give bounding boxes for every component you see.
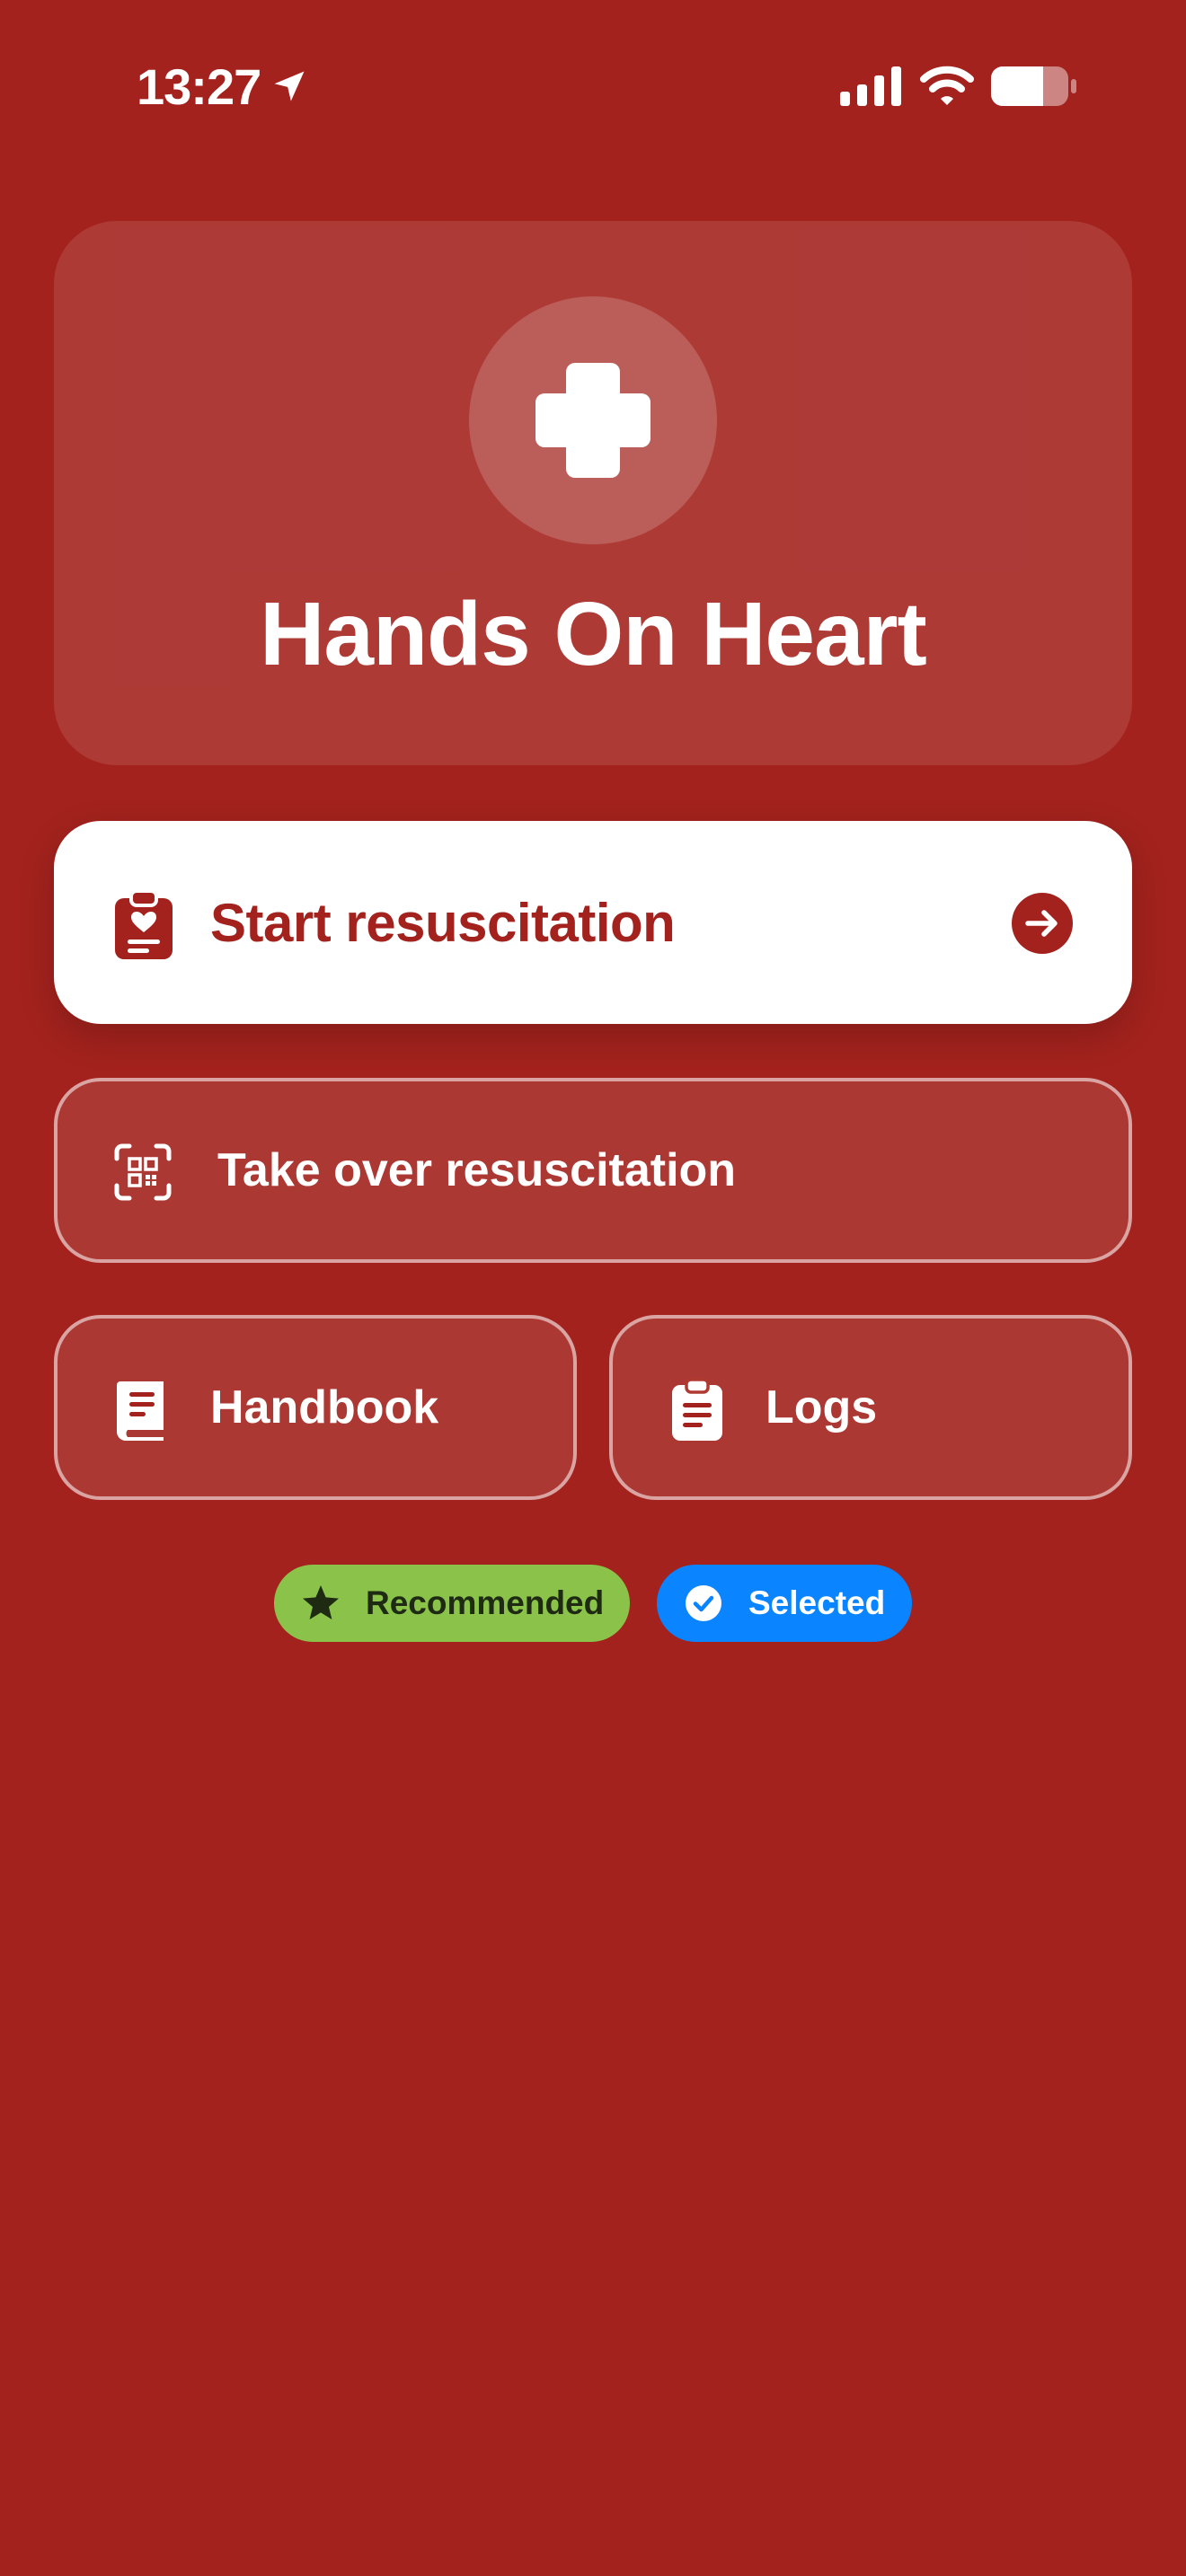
qr-scan-icon bbox=[114, 1143, 172, 1201]
status-time: 13:27 bbox=[137, 58, 261, 115]
hero-icon-badge bbox=[469, 296, 717, 544]
status-bar: 13:27 bbox=[0, 0, 1186, 171]
medical-cross-icon bbox=[535, 363, 651, 478]
start-resuscitation-label: Start resuscitation bbox=[210, 893, 676, 953]
star-icon bbox=[303, 1585, 339, 1619]
checkmark-circle-icon bbox=[686, 1585, 721, 1621]
logs-label: Logs bbox=[766, 1381, 878, 1434]
clipboard-heart-icon bbox=[115, 889, 173, 959]
start-resuscitation-button[interactable]: Start resuscitation bbox=[54, 821, 1132, 1024]
location-arrow-icon bbox=[274, 71, 305, 101]
recommended-badge: Recommended bbox=[274, 1565, 630, 1642]
clipboard-list-icon bbox=[672, 1378, 722, 1441]
logs-button[interactable]: Logs bbox=[609, 1315, 1132, 1500]
take-over-resuscitation-button[interactable]: Take over resuscitation bbox=[54, 1078, 1132, 1263]
cellular-signal-icon bbox=[840, 66, 901, 106]
hero-card: Hands On Heart bbox=[54, 221, 1132, 765]
selected-label: Selected bbox=[748, 1584, 886, 1621]
wifi-icon bbox=[920, 66, 974, 105]
app-title: Hands On Heart bbox=[260, 584, 927, 684]
selected-badge: Selected bbox=[657, 1565, 912, 1642]
book-icon bbox=[117, 1381, 164, 1441]
recommended-label: Recommended bbox=[366, 1584, 605, 1621]
arrow-right-circle-icon bbox=[1012, 893, 1073, 954]
battery-icon bbox=[991, 66, 1076, 106]
handbook-button[interactable]: Handbook bbox=[54, 1315, 577, 1500]
handbook-label: Handbook bbox=[210, 1381, 439, 1434]
take-over-resuscitation-label: Take over resuscitation bbox=[217, 1144, 737, 1196]
